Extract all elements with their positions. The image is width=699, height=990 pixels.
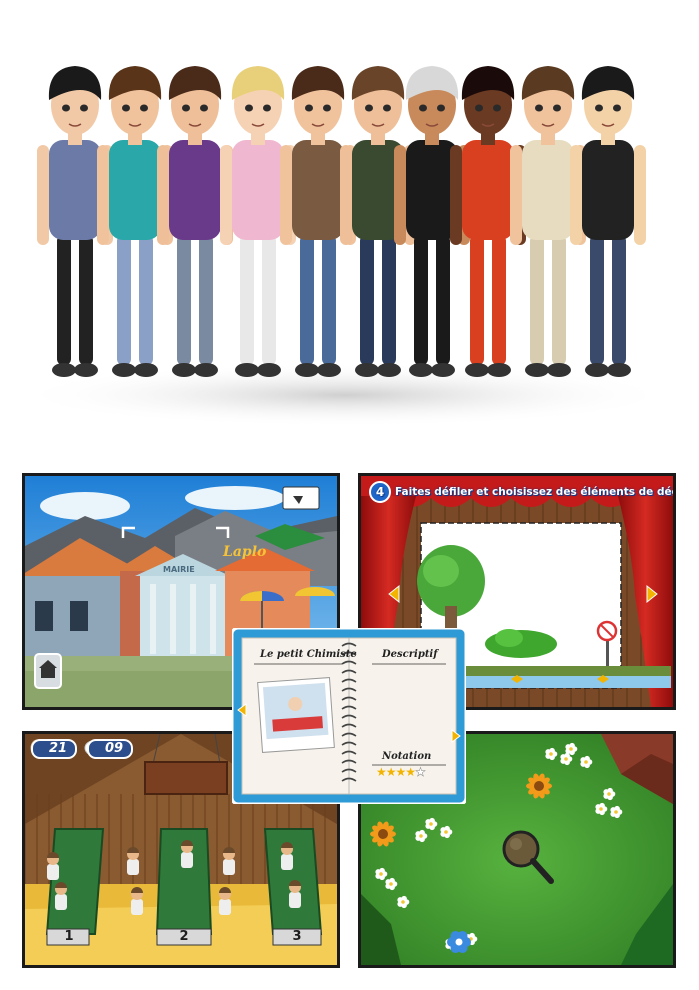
- student[interactable]: [219, 887, 231, 915]
- fried-eggs-counter: 09: [87, 739, 134, 759]
- step-number-badge: 4: [369, 481, 391, 503]
- student[interactable]: [127, 847, 139, 875]
- eggs-counter: 21: [31, 739, 78, 759]
- student[interactable]: [181, 840, 193, 868]
- student[interactable]: [281, 842, 293, 870]
- student[interactable]: [289, 880, 301, 908]
- instruction-banner: 4 Faites défiler et choisissez des éléme…: [369, 481, 676, 503]
- student[interactable]: [131, 887, 143, 915]
- character-10: [570, 66, 646, 377]
- star-filled-icon: ★: [385, 765, 397, 779]
- rating-label: Notation: [382, 751, 432, 762]
- photo-card-icon[interactable]: [282, 486, 320, 510]
- star-filled-icon: ★: [405, 765, 416, 779]
- student[interactable]: [47, 852, 59, 880]
- student[interactable]: [223, 847, 235, 875]
- character-lineup: [0, 0, 699, 440]
- star-filled-icon: ★: [376, 765, 387, 779]
- star-filled-icon: ★: [395, 765, 407, 779]
- lab-photo: [257, 677, 335, 753]
- student[interactable]: [55, 882, 67, 910]
- notebook-title: Le petit Chimiste: [260, 649, 357, 660]
- star-rating: ★★★★★: [376, 765, 426, 780]
- instruction-text: Faites défiler et choisissez des élément…: [395, 486, 676, 498]
- star-empty-icon: ★: [415, 765, 426, 780]
- eggs-count: 21: [31, 739, 78, 759]
- home-icon[interactable]: [34, 653, 62, 689]
- description-label: Descriptif: [382, 649, 438, 660]
- table-number-3: 3: [292, 929, 302, 944]
- fried-eggs-count: 09: [87, 739, 134, 759]
- table-number-2: 2: [179, 929, 189, 944]
- town-hall-label: MAIRIE: [163, 565, 195, 574]
- notebook-card[interactable]: Le petit Chimiste Descriptif Notation ★★…: [232, 628, 466, 804]
- shop-sign: Laplo: [222, 544, 266, 560]
- table-number-1: 1: [64, 929, 74, 944]
